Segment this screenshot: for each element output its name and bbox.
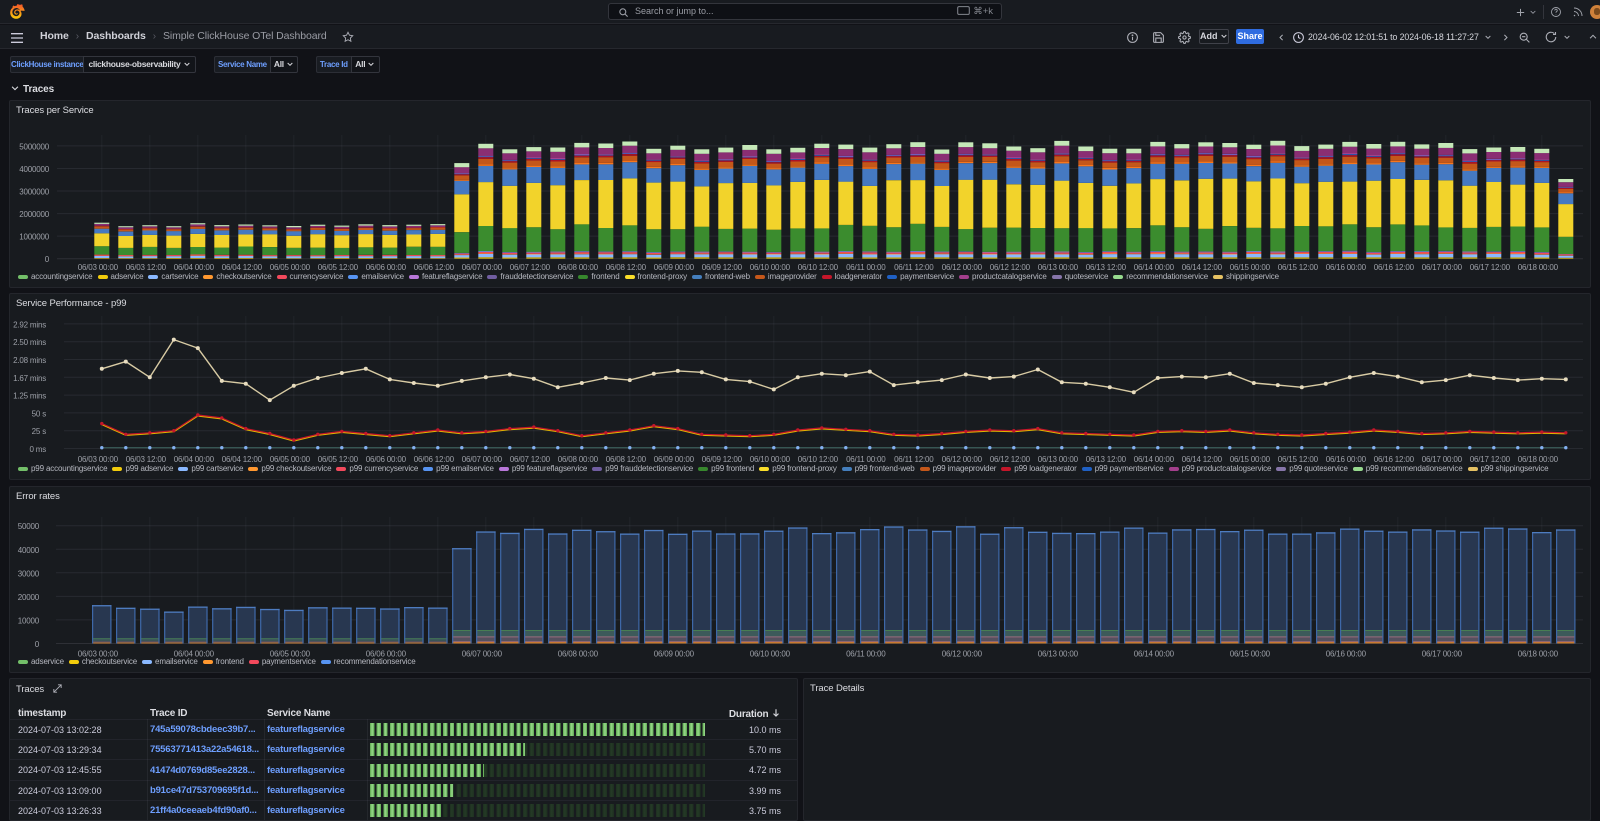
svg-text:50 s: 50 s [32,409,47,418]
svg-text:4000000: 4000000 [19,165,49,174]
svg-text:3000000: 3000000 [19,188,49,197]
svg-text:2000000: 2000000 [19,210,49,219]
svg-text:20000: 20000 [18,593,40,602]
svg-text:2.92 mins: 2.92 mins [13,320,46,329]
svg-text:25 s: 25 s [32,427,47,436]
svg-text:2.08 mins: 2.08 mins [13,356,46,365]
svg-text:0: 0 [45,255,50,264]
svg-text:1.25 mins: 1.25 mins [13,392,46,401]
svg-text:5000000: 5000000 [19,142,49,151]
svg-text:50000: 50000 [18,522,40,531]
svg-text:1.67 mins: 1.67 mins [13,374,46,383]
svg-text:0 ms: 0 ms [29,445,46,454]
svg-text:0: 0 [35,640,40,649]
svg-text:40000: 40000 [18,546,40,555]
svg-text:10000: 10000 [18,616,40,625]
svg-text:30000: 30000 [18,569,40,578]
svg-text:1000000: 1000000 [19,233,49,242]
svg-text:2.50 mins: 2.50 mins [13,338,46,347]
